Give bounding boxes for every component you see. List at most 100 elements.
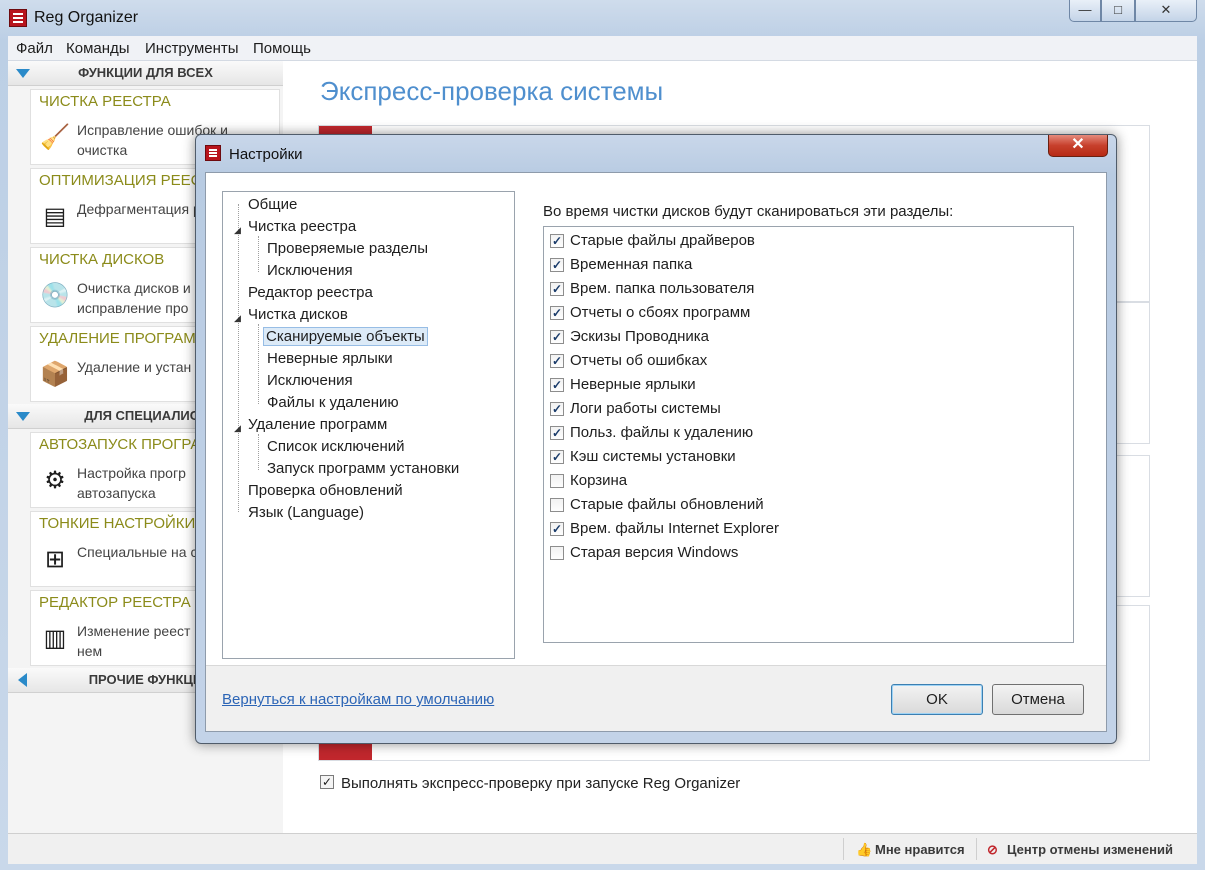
- scan-sections-checklist: ✓ Старые файлы драйверов ✓ Временная папка ✓…: [543, 226, 1074, 643]
- dialog-body: ◢ ◢ ◢ Общие Чистка реестра Проверяемые р…: [205, 172, 1107, 732]
- card-title: ЧИСТКА РЕЕСТРА: [39, 93, 171, 110]
- dialog-app-icon: [205, 145, 221, 161]
- maximize-button[interactable]: □: [1101, 0, 1135, 22]
- tree-connector: [238, 204, 239, 512]
- menu-help[interactable]: Помощь: [253, 40, 311, 57]
- registry-cleanup-icon: 🧹: [40, 124, 70, 151]
- disk-cleanup-icon: 💿: [40, 282, 70, 309]
- uninstall-icon: 📦: [40, 361, 70, 388]
- undo-center-icon: ⊘: [987, 842, 998, 857]
- tree-item-update-check[interactable]: Проверка обновлений: [248, 482, 403, 499]
- undo-center-button[interactable]: Центр отмены изменений: [1007, 842, 1173, 857]
- checklist-item-label: Кэш системы установки: [570, 448, 736, 465]
- checkbox-checked[interactable]: ✓: [550, 522, 564, 536]
- checkbox-checked[interactable]: ✓: [550, 426, 564, 440]
- tree-item-files-to-delete[interactable]: Файлы к удалению: [267, 394, 399, 411]
- checklist-item-label: Старые файлы обновлений: [570, 496, 764, 513]
- tree-item-general[interactable]: Общие: [248, 196, 297, 213]
- checkbox-checked[interactable]: ✓: [550, 402, 564, 416]
- card-title: АВТОЗАПУСК ПРОГРА: [39, 436, 201, 453]
- checklist-item-label: Отчеты о сбоях программ: [570, 304, 751, 321]
- checklist-item-label: Польз. файлы к удалению: [570, 424, 754, 441]
- expand-arrow-icon: [18, 673, 27, 687]
- checkbox-checked[interactable]: ✓: [550, 450, 564, 464]
- checkbox-checked[interactable]: ✓: [550, 234, 564, 248]
- tweaks-icon: ⊞: [44, 546, 66, 573]
- status-bar: 👍 Мне нравится ⊘ Центр отмены изменений: [8, 833, 1197, 864]
- checklist-item-label: Старые файлы драйверов: [570, 232, 755, 249]
- checkbox-unchecked[interactable]: [550, 546, 564, 560]
- tree-connector: [258, 434, 259, 470]
- settings-tree[interactable]: ◢ ◢ ◢ Общие Чистка реестра Проверяемые р…: [222, 191, 515, 659]
- checkbox-checked[interactable]: ✓: [550, 258, 564, 272]
- checklist-item-label: Врем. папка пользователя: [570, 280, 755, 297]
- card-title: РЕДАКТОР РЕЕСТРА: [39, 594, 191, 611]
- tree-item-broken-shortcuts[interactable]: Неверные ярлыки: [267, 350, 393, 367]
- tree-item-run-installers[interactable]: Запуск программ установки: [267, 460, 459, 477]
- autorun-icon: ⚙: [44, 467, 66, 494]
- window-title: Reg Organizer: [34, 9, 139, 26]
- group-header-label: ФУНКЦИИ ДЛЯ ВСЕХ: [78, 65, 213, 80]
- menu-file[interactable]: Файл: [16, 40, 53, 57]
- tree-item-language[interactable]: Язык (Language): [248, 504, 364, 521]
- checklist-item-label: Корзина: [570, 472, 628, 489]
- tree-item-uninstall[interactable]: Удаление программ: [248, 416, 387, 433]
- registry-editor-icon: ▥: [43, 625, 67, 652]
- checkbox-unchecked[interactable]: [550, 474, 564, 488]
- tree-collapse-arrow-icon[interactable]: ◢: [234, 423, 241, 434]
- group-header-for-everyone[interactable]: ФУНКЦИИ ДЛЯ ВСЕХ: [8, 61, 283, 86]
- collapse-arrow-icon: [16, 69, 30, 78]
- checkbox-checked[interactable]: ✓: [550, 378, 564, 392]
- startup-check-checkbox[interactable]: ✓: [320, 775, 334, 789]
- minimize-button[interactable]: —: [1069, 0, 1101, 22]
- checkbox-checked[interactable]: ✓: [550, 354, 564, 368]
- status-separator: [976, 838, 977, 860]
- tree-item-scanned-objects[interactable]: Сканируемые объекты: [263, 327, 428, 346]
- group-header-label: ДЛЯ СПЕЦИАЛИСТ: [84, 408, 207, 423]
- startup-check-label[interactable]: Выполнять экспресс-проверку при запуске …: [341, 775, 740, 792]
- dialog-title: Настройки: [229, 146, 303, 163]
- checklist-item-label: Эскизы Проводника: [570, 328, 709, 345]
- close-button[interactable]: ✕: [1135, 0, 1197, 22]
- collapse-arrow-icon: [16, 412, 30, 421]
- menu-commands[interactable]: Команды: [66, 40, 130, 57]
- dialog-footer: Вернуться к настройкам по умолчанию OK О…: [206, 666, 1106, 731]
- tree-collapse-arrow-icon[interactable]: ◢: [234, 225, 241, 236]
- tree-item-registry-exclusions[interactable]: Исключения: [267, 262, 353, 279]
- checkbox-checked[interactable]: ✓: [550, 282, 564, 296]
- tree-item-disk-exclusions[interactable]: Исключения: [267, 372, 353, 389]
- checkbox-checked[interactable]: ✓: [550, 330, 564, 344]
- reset-defaults-link[interactable]: Вернуться к настройкам по умолчанию: [222, 691, 494, 708]
- tree-item-registry-cleanup[interactable]: Чистка реестра: [248, 218, 356, 235]
- thumbs-up-icon: 👍: [856, 842, 873, 857]
- checklist-item-label: Временная папка: [570, 256, 693, 273]
- dialog-close-button[interactable]: ✕: [1048, 135, 1108, 157]
- tree-connector: [258, 324, 259, 404]
- checkbox-checked[interactable]: ✓: [550, 306, 564, 320]
- card-title: ОПТИМИЗАЦИЯ РЕЕС: [39, 172, 202, 189]
- cancel-button[interactable]: Отмена: [992, 684, 1084, 715]
- tree-item-registry-editor[interactable]: Редактор реестра: [248, 284, 373, 301]
- checklist-item-label: Врем. файлы Internet Explorer: [570, 520, 779, 537]
- ok-button[interactable]: OK: [891, 684, 983, 715]
- tree-collapse-arrow-icon[interactable]: ◢: [234, 313, 241, 324]
- checklist-caption: Во время чистки дисков будут сканировать…: [543, 203, 954, 220]
- tree-connector: [258, 236, 259, 272]
- checklist-item-label: Неверные ярлыки: [570, 376, 696, 393]
- status-separator: [843, 838, 844, 860]
- defrag-icon: ▤: [43, 203, 67, 230]
- like-button[interactable]: Мне нравится: [875, 842, 965, 857]
- reg-organizer-app-icon: [9, 9, 27, 27]
- checklist-item-label: Логи работы системы: [570, 400, 721, 417]
- settings-dialog: Настройки ✕ ◢ ◢ ◢ Общие Чистка реестра П…: [195, 134, 1117, 744]
- tree-item-checked-sections[interactable]: Проверяемые разделы: [267, 240, 428, 257]
- page-title: Экспресс-проверка системы: [320, 76, 664, 106]
- tree-item-exclusion-list[interactable]: Список исключений: [267, 438, 405, 455]
- group-header-label: ПРОЧИЕ ФУНКЦИ: [88, 672, 203, 687]
- tree-item-disk-cleanup[interactable]: Чистка дисков: [248, 306, 348, 323]
- checkbox-unchecked[interactable]: [550, 498, 564, 512]
- title-bar[interactable]: Reg Organizer — □ ✕: [0, 0, 1205, 36]
- checklist-item-label: Старая версия Windows: [570, 544, 739, 561]
- menu-tools[interactable]: Инструменты: [145, 40, 239, 57]
- card-title: УДАЛЕНИЕ ПРОГРАМ: [39, 330, 196, 347]
